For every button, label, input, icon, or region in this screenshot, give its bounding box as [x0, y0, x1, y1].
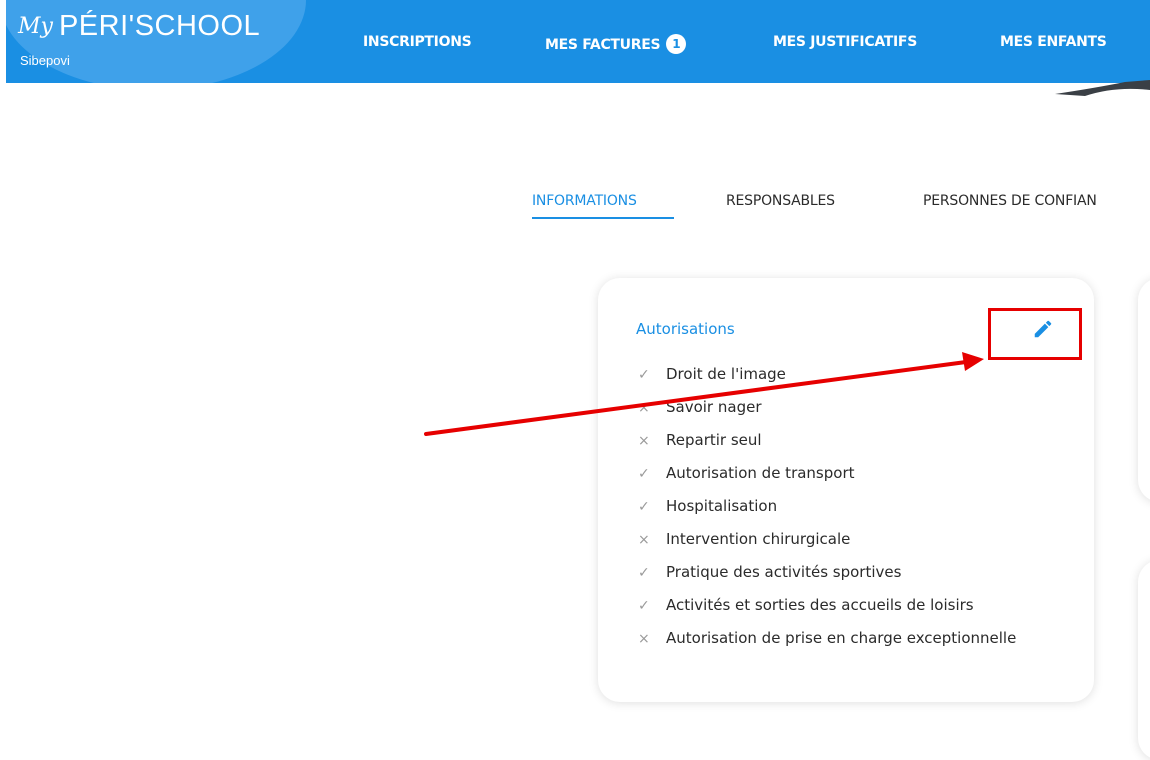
logo-name: PÉRI'SCHOOL	[58, 10, 261, 42]
authorisation-label: Hospitalisation	[666, 497, 778, 515]
check-icon: ✓	[638, 499, 650, 515]
nav-inscriptions[interactable]: INSCRIPTIONS	[363, 34, 472, 50]
annotation-highlight-box	[988, 308, 1082, 360]
logo-prefix: My	[18, 14, 53, 39]
authorisation-label: Autorisation de transport	[666, 464, 855, 482]
tab-informations[interactable]: INFORMATIONS	[532, 193, 637, 209]
tab-personnes-de-confiance[interactable]: PERSONNES DE CONFIAN	[923, 193, 1097, 209]
authorisation-label: Repartir seul	[666, 431, 762, 449]
check-icon: ✓	[638, 367, 650, 383]
side-card	[1138, 278, 1150, 502]
authorisation-item: × Autorisation de prise en charge excepti…	[638, 628, 1058, 650]
cross-icon: ×	[638, 400, 650, 416]
nav-label: MES ENFANTS	[1000, 34, 1107, 50]
authorisation-item: ✓ Pratique des activités sportives	[638, 562, 1058, 584]
side-card	[1138, 560, 1150, 760]
authorisation-item: ✓ Hospitalisation	[638, 496, 1058, 518]
decorative-shape	[1055, 80, 1150, 96]
cross-icon: ×	[638, 433, 650, 449]
authorisation-label: Autorisation de prise en charge exceptio…	[666, 629, 1017, 647]
authorisation-item: × Repartir seul	[638, 430, 1058, 452]
active-tab-indicator	[532, 217, 674, 219]
authorisation-item: × Intervention chirurgicale	[638, 529, 1058, 551]
authorisation-item: ✓ Autorisation de transport	[638, 463, 1058, 485]
authorisation-item: ✓ Activités et sorties des accueils de lo…	[638, 595, 1058, 617]
card-title: Autorisations	[636, 320, 735, 338]
tab-responsables[interactable]: RESPONSABLES	[726, 193, 835, 209]
authorisation-item: ✓ Droit de l'image	[638, 364, 1058, 386]
nav-label: INSCRIPTIONS	[363, 34, 472, 50]
authorisation-label: Intervention chirurgicale	[666, 530, 851, 548]
nav-label: MES FACTURES	[545, 37, 661, 53]
authorisation-label: Droit de l'image	[666, 365, 786, 383]
cross-icon: ×	[638, 532, 650, 548]
nav-mes-factures[interactable]: MES FACTURES 1	[545, 34, 687, 54]
authorisations-list: ✓ Droit de l'image × Savoir nager × Reparti…	[638, 364, 1058, 661]
cross-icon: ×	[638, 631, 650, 647]
check-icon: ✓	[638, 565, 650, 581]
nav-mes-justificatifs[interactable]: MES JUSTIFICATIFS	[773, 34, 917, 50]
nav-mes-enfants[interactable]: MES ENFANTS	[1000, 34, 1107, 50]
check-icon: ✓	[638, 466, 650, 482]
authorisation-item: × Savoir nager	[638, 397, 1058, 419]
check-icon: ✓	[638, 598, 650, 614]
authorisation-label: Pratique des activités sportives	[666, 563, 902, 581]
top-navbar: My PÉRI'SCHOOL Sibepovi INSCRIPTIONS MES …	[6, 0, 1150, 83]
authorisation-label: Activités et sorties des accueils de loi…	[666, 596, 974, 614]
nav-label: MES JUSTIFICATIFS	[773, 34, 917, 50]
notification-badge: 1	[666, 34, 687, 54]
account-subtitle: Sibepovi	[20, 53, 70, 68]
app-logo[interactable]: My PÉRI'SCHOOL	[18, 10, 260, 43]
authorisation-label: Savoir nager	[666, 398, 762, 416]
